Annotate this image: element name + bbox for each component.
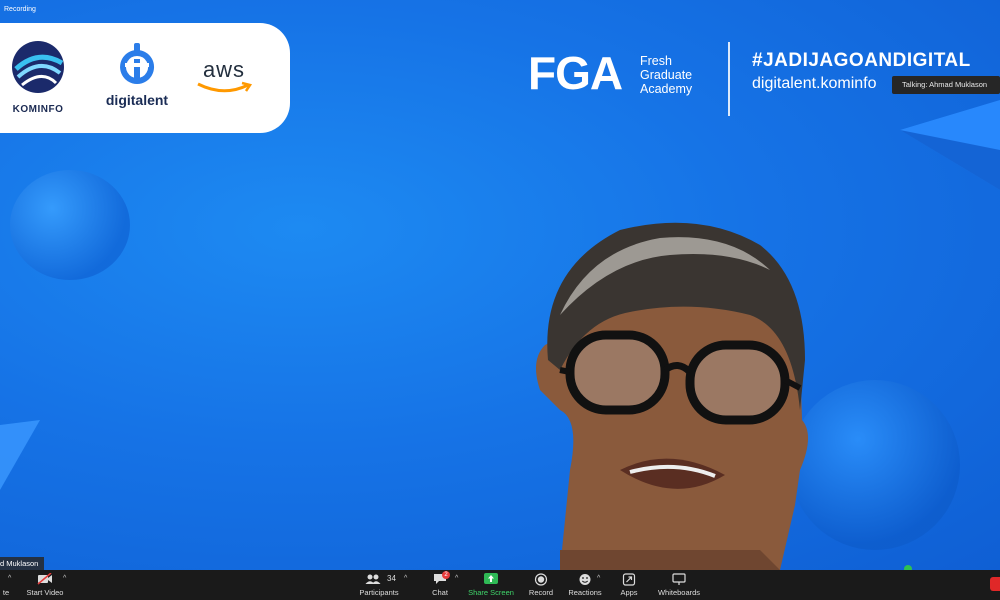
- fga-subtitle-line: Fresh: [640, 54, 672, 68]
- reactions-smiley-icon: [579, 574, 591, 585]
- participants-button[interactable]: 34 Participants: [356, 570, 402, 600]
- kominfo-emblem-icon: [12, 41, 64, 93]
- start-video-label: Start Video: [26, 588, 64, 597]
- audio-options-caret-icon[interactable]: ^: [8, 575, 11, 582]
- video-stage: Recording KOMINFO digitalent aws FGA Fre…: [0, 0, 1000, 570]
- mute-label: te: [2, 588, 10, 597]
- share-screen-button[interactable]: Share Screen: [468, 570, 514, 600]
- whiteboards-button[interactable]: Whiteboards: [656, 570, 702, 600]
- share-screen-label: Share Screen: [468, 588, 514, 597]
- share-screen-icon: [484, 573, 498, 584]
- chat-unread-badge: 2: [442, 571, 450, 579]
- kominfo-label: KOMINFO: [12, 104, 64, 115]
- decorative-shard: [900, 100, 1000, 190]
- end-meeting-button[interactable]: [990, 577, 1000, 591]
- aws-logo: aws: [192, 59, 256, 100]
- fga-logo-text: FGA: [528, 47, 623, 99]
- fga-subtitle-line: Graduate: [640, 68, 693, 82]
- whiteboards-label: Whiteboards: [657, 588, 701, 597]
- chat-options-caret-icon[interactable]: ^: [455, 575, 458, 582]
- record-button[interactable]: Record: [524, 570, 558, 600]
- apps-button[interactable]: Apps: [614, 570, 644, 600]
- apps-label: Apps: [620, 588, 638, 597]
- digitalent-logo: digitalent: [97, 41, 177, 108]
- digitalent-label: digitalent: [105, 92, 169, 108]
- reactions-options-caret-icon[interactable]: ^: [597, 575, 600, 582]
- start-video-button[interactable]: Start Video: [22, 570, 68, 600]
- participants-label: Participants: [359, 588, 399, 597]
- recording-label: Recording: [4, 6, 36, 13]
- banner-divider: [728, 42, 730, 116]
- talking-indicator-tooltip: Talking: Ahmad Muklason: [892, 76, 1000, 94]
- participants-count: 34: [387, 574, 396, 583]
- whiteboard-icon: [672, 573, 686, 585]
- digitalent-mark-icon: [120, 43, 155, 84]
- record-icon: [534, 573, 548, 586]
- meeting-toolbar: te ^ Start Video ^ 34 Participants ^ 2 C…: [0, 570, 1000, 600]
- chat-button[interactable]: 2 Chat: [424, 570, 456, 600]
- participants-icon: [365, 574, 381, 584]
- video-off-icon: [37, 573, 52, 585]
- banner-website: digitalent.kominfo: [752, 75, 877, 92]
- video-options-caret-icon[interactable]: ^: [63, 575, 66, 582]
- apps-icon: [622, 573, 636, 586]
- participant-name-tag: d Muklason: [0, 557, 45, 570]
- sponsor-logo-card: KOMINFO digitalent aws: [0, 23, 290, 133]
- speaker-video: [536, 222, 809, 570]
- aws-smile-icon: [197, 81, 253, 93]
- record-label: Record: [528, 588, 554, 597]
- decorative-shard: [0, 420, 40, 490]
- aws-label: aws: [202, 57, 246, 82]
- decorative-sphere: [10, 170, 130, 280]
- reactions-label: Reactions: [568, 588, 602, 597]
- kominfo-logo: KOMINFO: [2, 39, 74, 115]
- banner-hashtag: #JADIJAGOANDIGITAL: [752, 50, 971, 71]
- fga-subtitle: Fresh Graduate Academy: [640, 54, 692, 96]
- chat-label: Chat: [432, 588, 448, 597]
- participants-options-caret-icon[interactable]: ^: [404, 575, 407, 582]
- fga-subtitle-line: Academy: [640, 82, 693, 96]
